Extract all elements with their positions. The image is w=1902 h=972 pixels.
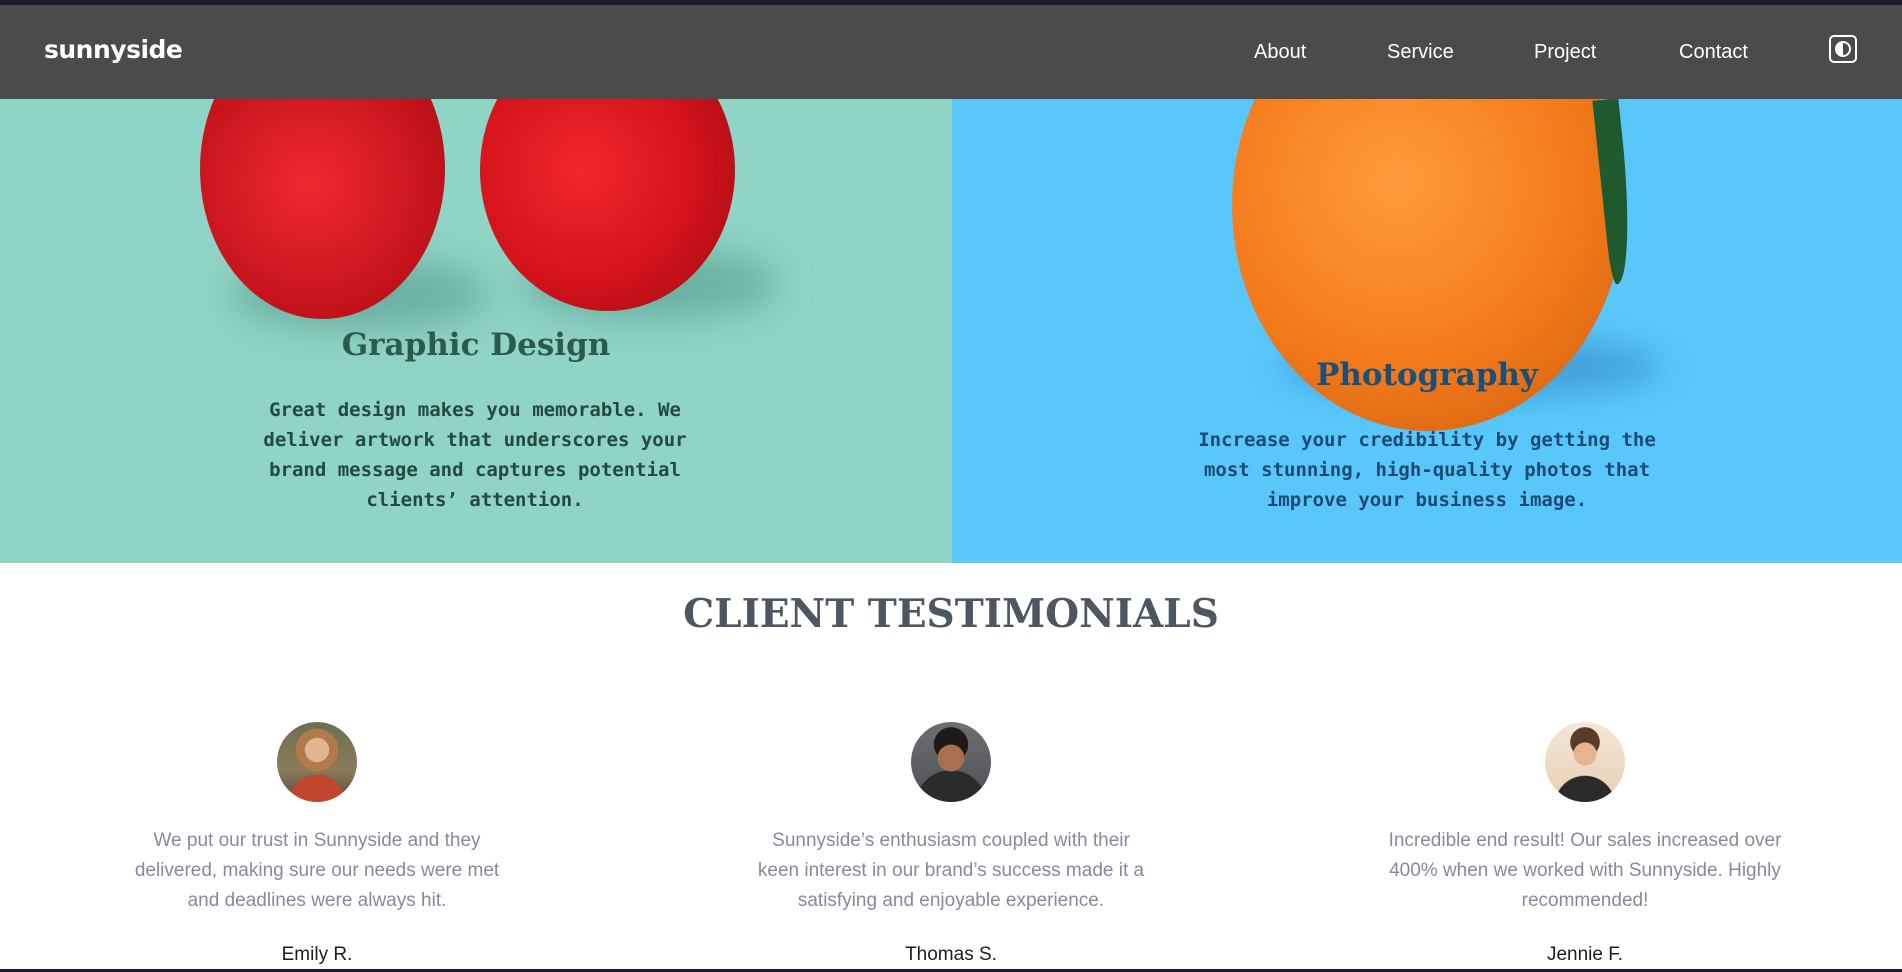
service-card-photography: Photography Increase your credibility by… xyxy=(952,99,1902,563)
service-description: Great design makes you memorable. We del… xyxy=(263,399,687,511)
nav-link-service[interactable]: Service xyxy=(1387,41,1454,64)
nav-link-about[interactable]: About xyxy=(1254,41,1306,64)
service-title: Graphic Design xyxy=(341,327,611,363)
testimonial-quote: Incredible end result! Our sales increas… xyxy=(1388,830,1782,911)
avatar xyxy=(1545,722,1625,802)
testimonial-author: Jennie F. xyxy=(1546,944,1624,965)
contrast-icon xyxy=(1835,41,1851,57)
theme-toggle-button[interactable] xyxy=(1829,35,1857,63)
testimonial-quote: We put our trust in Sunnyside and they d… xyxy=(134,830,500,911)
avatar xyxy=(277,722,357,802)
nav-link-contact[interactable]: Contact xyxy=(1679,41,1748,64)
testimonials-heading: CLIENT TESTIMONIALS xyxy=(683,591,1219,637)
navbar: sunnyside About Service Project Contact xyxy=(0,5,1902,99)
sunnyside-logo[interactable]: sunnyside xyxy=(44,35,183,64)
nav-link-project[interactable]: Project xyxy=(1534,41,1596,64)
service-title: Photography xyxy=(1316,357,1538,393)
testimonial-author: Emily R. xyxy=(281,944,353,965)
avatar xyxy=(911,722,991,802)
testimonial-author: Thomas S. xyxy=(905,944,997,965)
service-card-graphic-design: Graphic Design Great design makes you me… xyxy=(0,99,952,563)
service-description: Increase your credibility by getting the… xyxy=(1198,429,1656,511)
testimonial-quote: Sunnyside’s enthusiasm coupled with thei… xyxy=(757,830,1145,911)
